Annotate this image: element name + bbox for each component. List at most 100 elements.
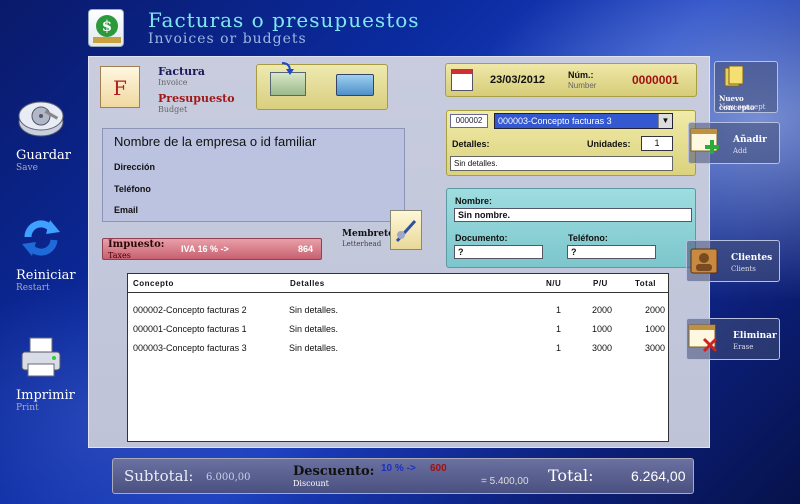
calendar-icon[interactable]	[451, 69, 473, 91]
discount-label: Descuento:	[293, 464, 375, 479]
letterhead-label: Membrete	[342, 229, 394, 239]
budget-option[interactable]: Presupuesto Budget	[158, 92, 235, 114]
letterhead-icon[interactable]	[390, 210, 422, 250]
table-row[interactable]: 000001-Concepto facturas 1 Sin detalles.…	[128, 321, 668, 339]
units-input[interactable]: 1	[641, 136, 673, 151]
clients-label: Clientes	[731, 253, 773, 263]
header-details[interactable]: Detalles	[290, 279, 325, 288]
invoice-date[interactable]: 23/03/2012	[490, 74, 545, 86]
tax-label: Impuesto:	[108, 239, 165, 250]
refresh-icon	[16, 212, 66, 262]
cell-total: 3000	[645, 343, 666, 353]
cell-pu: 3000	[592, 343, 613, 353]
restart-label: Reiniciar	[16, 268, 76, 283]
table-row[interactable]: 000003-Concepto facturas 3 Sin detalles.…	[128, 340, 668, 358]
print-button[interactable]: Imprimir Print	[12, 332, 82, 413]
erase-label: Eliminar	[733, 331, 777, 341]
document-label: Documento:	[455, 233, 508, 243]
cell-pu: 2000	[592, 305, 613, 315]
subtotal-value: 6.000,00	[206, 472, 251, 483]
table-header: Concepto Detalles N/U P/U Total	[128, 274, 668, 293]
phone-input[interactable]: ?	[567, 245, 656, 259]
cell-details: Sin detalles.	[289, 324, 339, 334]
name-input[interactable]: Sin nombre.	[454, 208, 692, 222]
budget-option-label: Presupuesto	[158, 92, 235, 105]
budget-option-sub: Budget	[158, 105, 188, 114]
save-sub-label: Save	[16, 163, 38, 173]
details-input[interactable]: Sin detalles.	[450, 156, 673, 171]
discounted-total: = 5.400,00	[481, 476, 529, 487]
number-label: Núm.:	[568, 70, 594, 80]
cell-concept: 000002-Concepto facturas 2	[133, 305, 247, 315]
add-label: Añadir	[733, 135, 767, 145]
app-logo-icon: $	[88, 9, 124, 47]
units-label: Unidades:	[587, 139, 631, 149]
cell-concept: 000001-Concepto facturas 1	[133, 324, 247, 334]
erase-button[interactable]: Eliminar Erase	[686, 318, 780, 360]
header-nu[interactable]: N/U	[546, 279, 561, 288]
invoice-number: 0000001	[632, 73, 679, 87]
header-pu[interactable]: P/U	[593, 279, 608, 288]
add-button[interactable]: Añadir Add	[688, 122, 780, 164]
save-label: Guardar	[16, 148, 72, 163]
print-label: Imprimir	[16, 388, 75, 403]
print-sub-label: Print	[16, 403, 39, 413]
add-icon	[690, 128, 719, 154]
header-total[interactable]: Total	[635, 279, 656, 288]
total-value: 6.264,00	[631, 468, 686, 484]
cell-pu: 1000	[592, 324, 613, 334]
table-row[interactable]: 000002-Concepto facturas 2 Sin detalles.…	[128, 302, 668, 320]
clients-button[interactable]: Clientes Clients	[686, 240, 780, 282]
discount-sub-label: Discount	[293, 479, 329, 488]
app-subtitle: Invoices or budgets	[148, 31, 307, 47]
hard-drive-icon	[16, 92, 66, 142]
delete-icon	[688, 324, 718, 353]
name-label: Nombre:	[455, 196, 493, 206]
erase-sub: Erase	[733, 343, 754, 351]
invoice-option-sub: Invoice	[158, 78, 188, 87]
document-type-icon: F	[100, 66, 140, 108]
total-label: Total:	[548, 466, 594, 485]
arrow-down-icon	[281, 62, 294, 75]
cash-payment-icon[interactable]	[270, 72, 306, 96]
new-concept-sub: New concept	[719, 103, 766, 111]
header-concept[interactable]: Concepto	[133, 279, 174, 288]
address-field[interactable]: Dirección	[114, 162, 155, 172]
cell-concept: 000003-Concepto facturas 3	[133, 343, 247, 353]
cell-total: 2000	[645, 305, 666, 315]
client-card-icon	[690, 248, 718, 274]
document-input[interactable]: ?	[454, 245, 543, 259]
tax-sub-label: Taxes	[108, 251, 131, 260]
card-payment-icon[interactable]	[336, 74, 374, 96]
restart-sub-label: Restart	[16, 283, 50, 293]
invoice-option-label: Factura	[158, 65, 206, 78]
clients-sub: Clients	[731, 265, 756, 273]
tax-rate: IVA 16 % ->	[181, 244, 229, 254]
concept-code: 000002	[450, 114, 488, 128]
documents-icon	[724, 65, 744, 87]
number-sub-label: Number	[568, 81, 597, 90]
letterhead-sub-label: Letterhead	[342, 240, 382, 248]
restart-button[interactable]: Reiniciar Restart	[12, 212, 82, 293]
invoice-option[interactable]: Factura Invoice	[158, 65, 205, 87]
concept-select[interactable]: 000003-Concepto facturas 3 ▼	[494, 113, 673, 129]
phone-field[interactable]: Teléfono	[114, 184, 151, 194]
save-button[interactable]: Guardar Save	[12, 92, 82, 173]
client-name[interactable]: Nombre de la empresa o id familiar	[114, 134, 316, 149]
discount-rate[interactable]: 10 % ->	[381, 463, 416, 474]
new-concept-button[interactable]: Nuevo concepto New concept	[714, 61, 778, 113]
tax-value: 864	[298, 244, 314, 254]
details-label: Detalles:	[452, 139, 490, 149]
cell-nu: 1	[556, 343, 562, 353]
items-table[interactable]: Concepto Detalles N/U P/U Total 000002-C…	[127, 273, 669, 442]
cell-total: 1000	[645, 324, 666, 334]
cell-details: Sin detalles.	[289, 305, 339, 315]
cell-nu: 1	[556, 324, 562, 334]
phone-label: Teléfono:	[568, 233, 608, 243]
email-field[interactable]: Email	[114, 205, 138, 215]
cell-nu: 1	[556, 305, 562, 315]
chevron-down-icon[interactable]: ▼	[658, 114, 672, 128]
subtotal-label: Subtotal:	[124, 467, 194, 485]
app-title: Facturas o presupuestos	[148, 8, 420, 32]
cell-details: Sin detalles.	[289, 343, 339, 353]
